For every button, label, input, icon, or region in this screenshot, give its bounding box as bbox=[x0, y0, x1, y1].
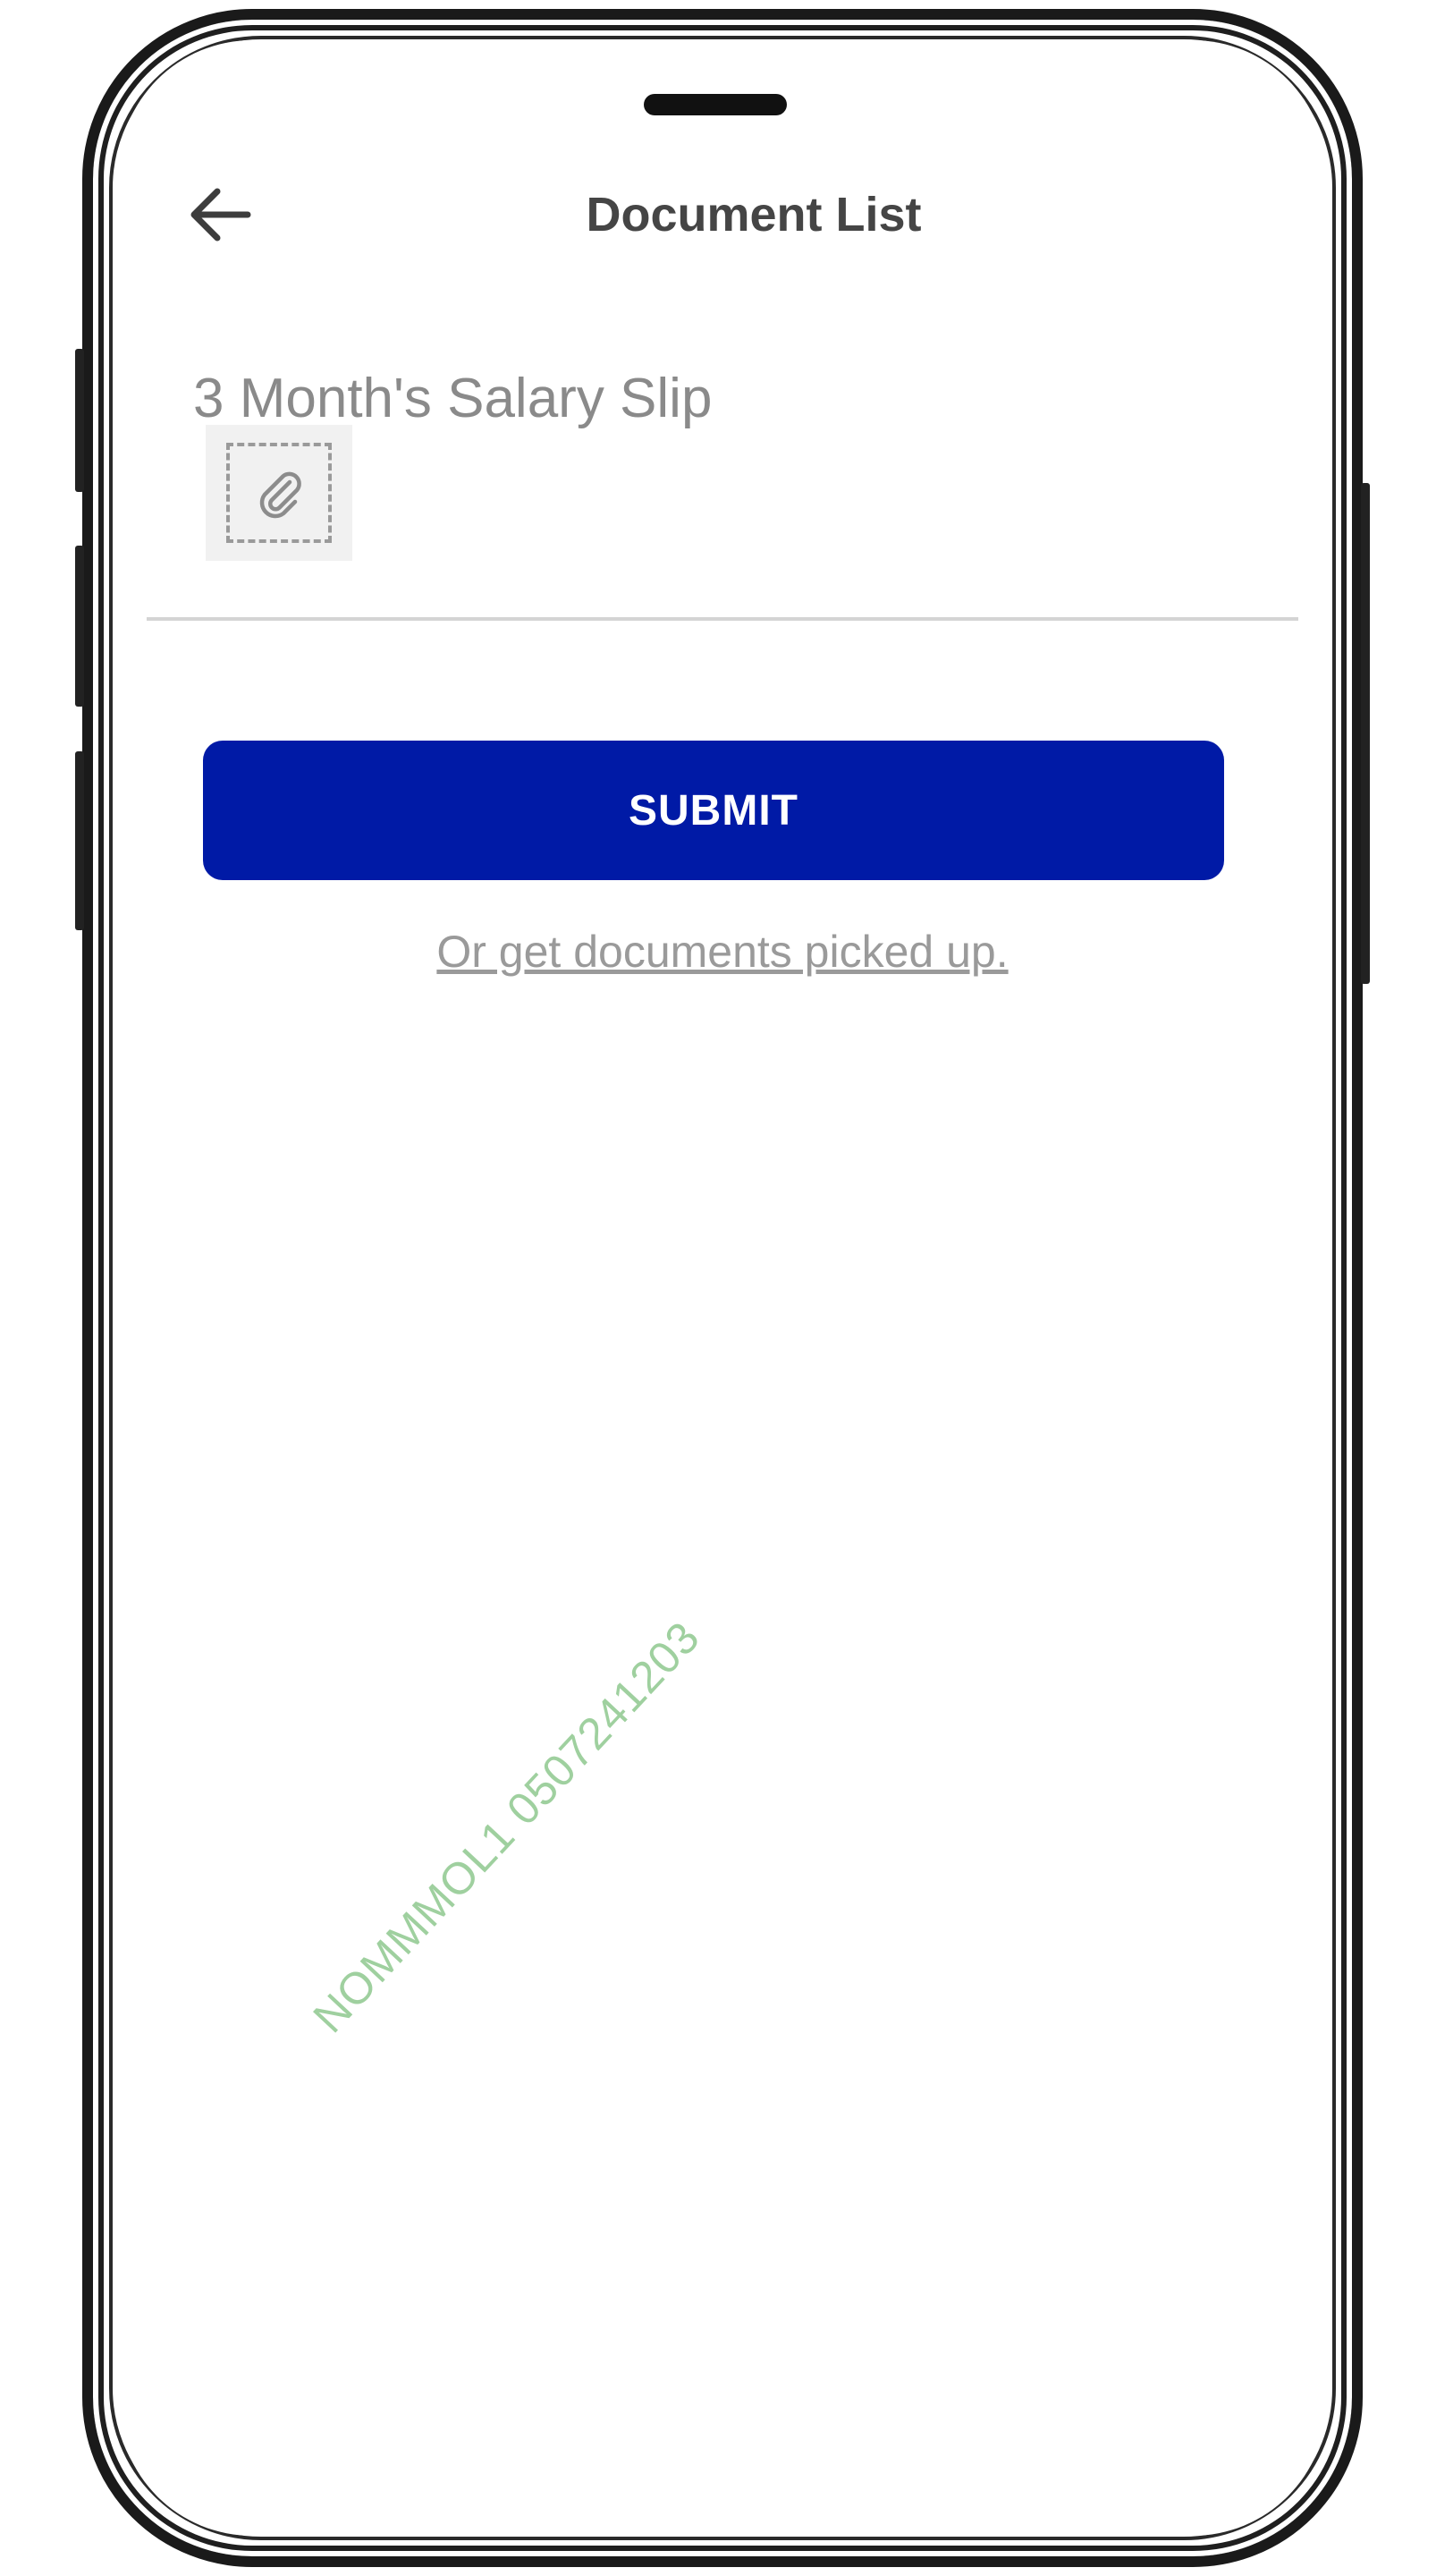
side-button bbox=[75, 546, 84, 707]
paperclip-icon bbox=[259, 471, 301, 519]
side-button bbox=[1361, 483, 1370, 984]
watermark-text: NOMMMOL1 0507241203 bbox=[303, 1612, 710, 2043]
submit-button[interactable]: SUBMIT bbox=[203, 741, 1224, 880]
attach-document-button[interactable] bbox=[206, 425, 352, 561]
app-screen: Document List 3 Month's Salary Slip SUBM… bbox=[118, 40, 1327, 2536]
speaker-notch bbox=[644, 94, 787, 115]
page-title: Document List bbox=[586, 188, 922, 242]
side-button bbox=[75, 349, 84, 492]
divider bbox=[147, 617, 1298, 621]
document-label: 3 Month's Salary Slip bbox=[193, 368, 713, 429]
attach-dropzone bbox=[226, 443, 332, 543]
pickup-link[interactable]: Or get documents picked up. bbox=[118, 926, 1327, 978]
side-button bbox=[75, 751, 84, 930]
